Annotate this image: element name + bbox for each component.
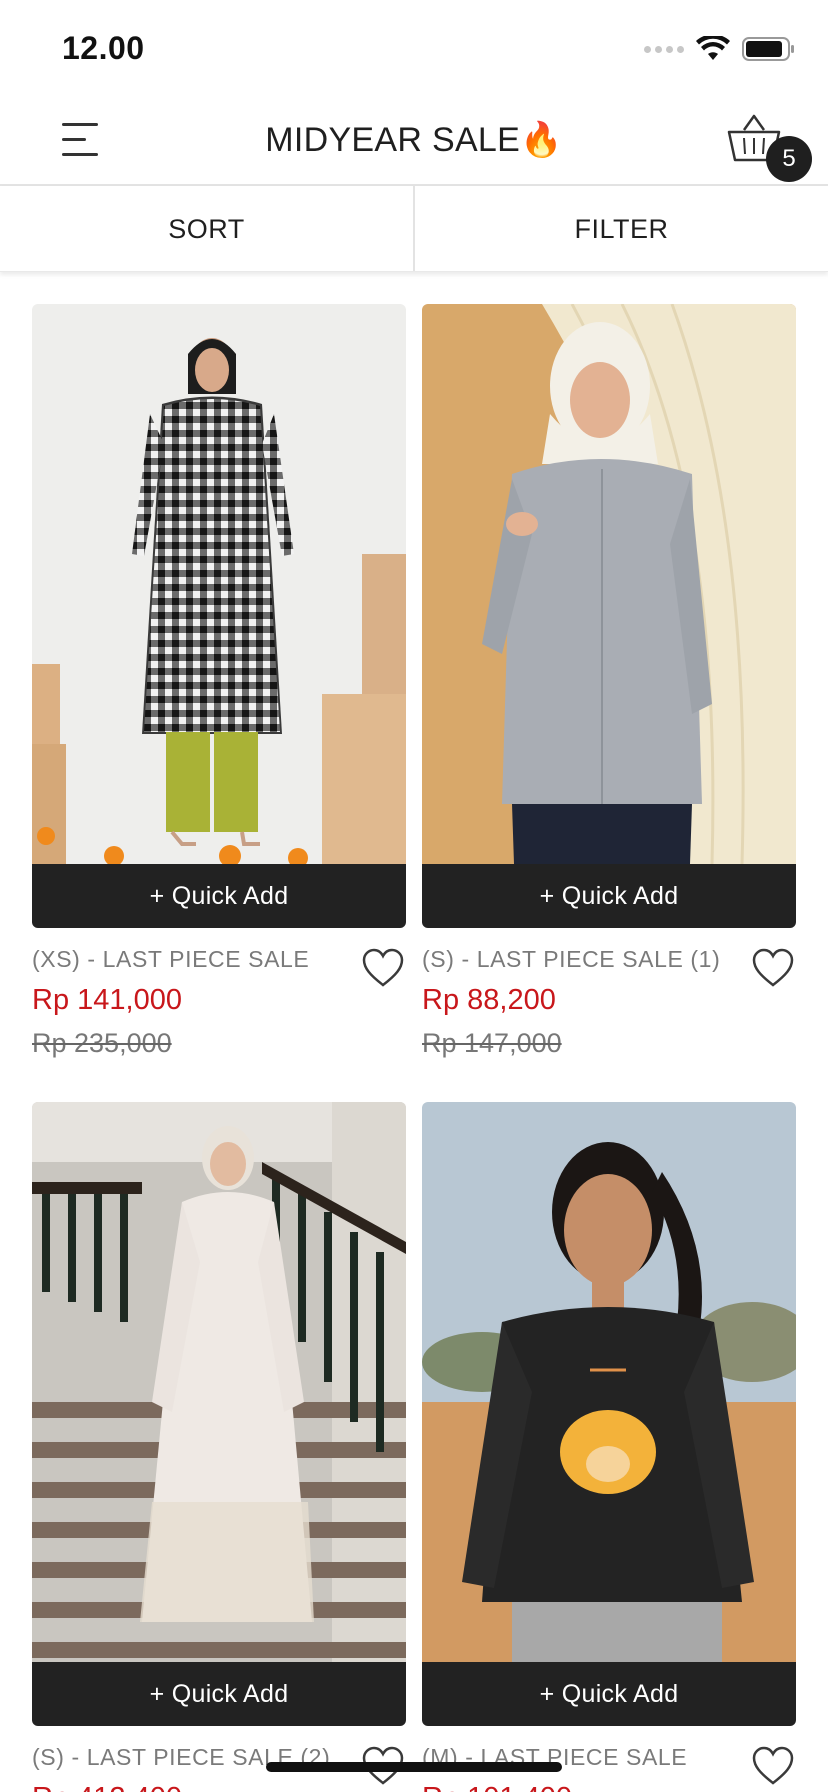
product-image[interactable] [32, 1102, 406, 1662]
cart-button[interactable]: 5 [726, 112, 816, 182]
battery-icon [742, 37, 794, 61]
original-price: Rp 147,000 [422, 1028, 562, 1058]
wishlist-button[interactable] [752, 1746, 794, 1786]
sale-price: Rp 101,400 [422, 1782, 572, 1792]
quick-add-button[interactable]: + Quick Add [32, 864, 406, 928]
wishlist-button[interactable] [362, 948, 404, 988]
heart-outline-icon [362, 948, 404, 987]
product-card[interactable]: + Quick Add (XS) - LAST PIECE SALE Rp 14… [32, 304, 406, 1062]
product-card[interactable]: + Quick Add (S) - LAST PIECE SALE (1) Rp… [422, 304, 796, 1062]
page-title: MIDYEAR SALE🔥 [265, 121, 563, 159]
original-price: Rp 235,000 [32, 1028, 172, 1058]
sale-price: Rp 412,400 [32, 1782, 182, 1792]
product-card[interactable]: + Quick Add (M) - LAST PIECE SALE Rp 101… [422, 1102, 796, 1792]
product-card[interactable]: + Quick Add (S) - LAST PIECE SALE (2) Rp… [32, 1102, 406, 1792]
sale-price: Rp 88,200 [422, 984, 556, 1016]
sort-filter-bar: SORT FILTER [0, 186, 828, 272]
cart-count-badge: 5 [766, 136, 812, 182]
sale-price: Rp 141,000 [32, 984, 182, 1016]
product-image[interactable] [422, 304, 796, 864]
status-indicators [644, 36, 796, 62]
product-grid: + Quick Add (XS) - LAST PIECE SALE Rp 14… [32, 304, 796, 1792]
wishlist-button[interactable] [752, 948, 794, 988]
quick-add-button[interactable]: + Quick Add [32, 1662, 406, 1726]
quick-add-button[interactable]: + Quick Add [422, 1662, 796, 1726]
heart-outline-icon [752, 1746, 794, 1785]
app-header: MIDYEAR SALE🔥 5 [0, 96, 828, 186]
quick-add-button[interactable]: + Quick Add [422, 864, 796, 928]
heart-outline-icon [752, 948, 794, 987]
status-bar: 12.00 [0, 0, 828, 96]
sort-button[interactable]: SORT [0, 186, 413, 271]
status-time: 12.00 [62, 30, 145, 66]
product-image[interactable] [422, 1102, 796, 1662]
filter-button[interactable]: FILTER [415, 186, 828, 271]
product-name[interactable]: (S) - LAST PIECE SALE (1) [422, 946, 720, 973]
wifi-icon [696, 36, 730, 60]
product-name[interactable]: (XS) - LAST PIECE SALE [32, 946, 309, 973]
home-indicator[interactable] [266, 1762, 562, 1772]
product-image[interactable] [32, 304, 406, 864]
cellular-signal-icon [644, 45, 684, 53]
